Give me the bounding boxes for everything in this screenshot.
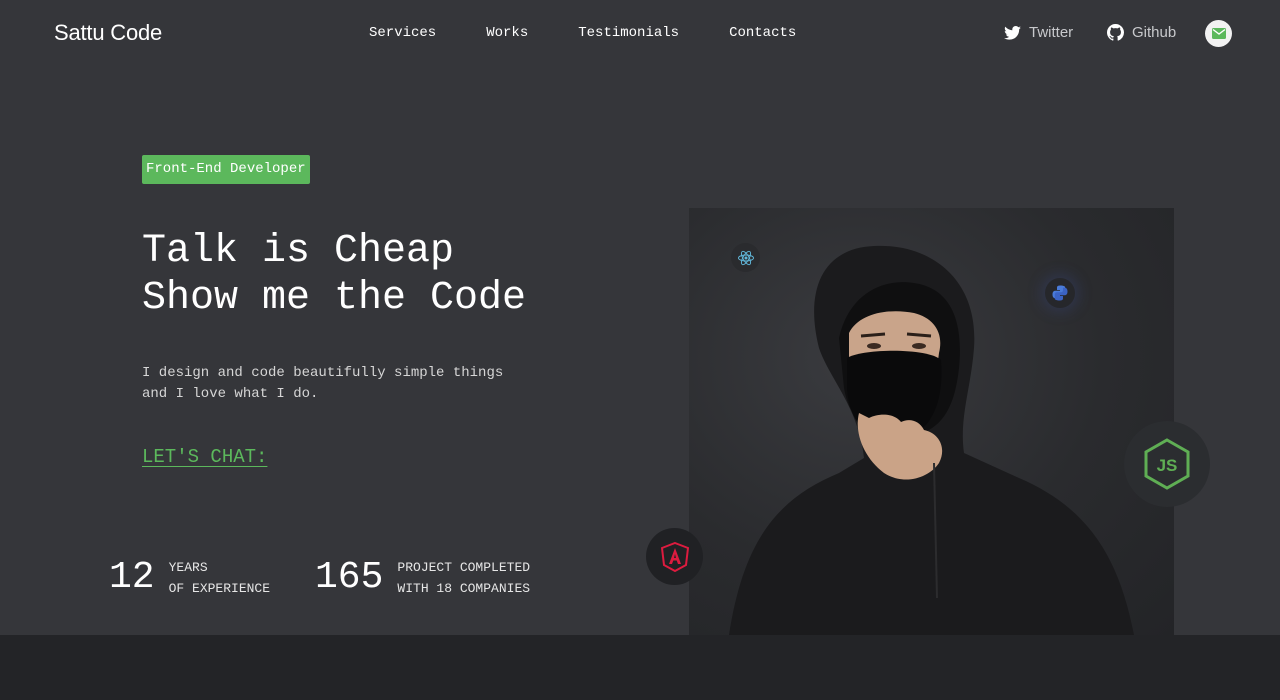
bottom-section [0, 635, 1280, 700]
stat-label-line-2: OF EXPERIENCE [168, 581, 271, 596]
stat-projects: 165 PROJECT COMPLETED WITH 18 COMPANIES [315, 556, 530, 600]
headline-line-2: Show me the Code [142, 276, 527, 321]
headline-line-1: Talk is Cheap [142, 229, 455, 274]
hero-headline: Talk is Cheap Show me the Code [142, 228, 622, 322]
python-icon [1045, 278, 1075, 308]
nodejs-icon: JS [1124, 421, 1210, 507]
tagline-line-2: and I love what I do. [142, 386, 319, 402]
role-badge: Front-End Developer [142, 155, 310, 184]
twitter-link[interactable]: Twitter [1004, 24, 1073, 41]
nav-testimonials[interactable]: Testimonials [578, 25, 679, 41]
nav-services[interactable]: Services [369, 25, 436, 41]
stat-number: 12 [109, 556, 155, 599]
hooded-person-image [729, 245, 1134, 635]
mail-button[interactable] [1205, 20, 1232, 47]
github-icon [1107, 24, 1124, 41]
github-link[interactable]: Github [1107, 24, 1176, 41]
nav-contacts[interactable]: Contacts [729, 25, 796, 41]
tagline-line-1: I design and code beautifully simple thi… [142, 365, 504, 381]
nav-works[interactable]: Works [486, 25, 528, 41]
hero-photo [689, 208, 1174, 635]
site-header: Sattu Code Services Works Testimonials C… [0, 0, 1280, 68]
github-label: Github [1132, 24, 1177, 41]
logo-link[interactable]: Sattu Code [54, 20, 162, 46]
mail-icon [1211, 28, 1226, 39]
twitter-label: Twitter [1029, 24, 1074, 41]
stat-label-line-2: WITH 18 COMPANIES [397, 581, 531, 596]
stat-label-line-1: PROJECT COMPLETED [397, 560, 531, 575]
stat-label: YEARS OF EXPERIENCE [169, 557, 270, 599]
svg-text:JS: JS [1157, 456, 1178, 475]
stat-number: 165 [315, 556, 384, 599]
angular-icon [646, 528, 703, 585]
stat-label-line-1: YEARS [168, 560, 208, 575]
main-nav: Services Works Testimonials Contacts [369, 25, 846, 41]
twitter-icon [1004, 25, 1021, 40]
react-icon [731, 243, 760, 272]
hero-tagline: I design and code beautifully simple thi… [142, 363, 542, 405]
stat-label: PROJECT COMPLETED WITH 18 COMPANIES [397, 557, 530, 599]
lets-chat-link[interactable]: LET'S CHAT: [142, 446, 267, 468]
stat-experience: 12 YEARS OF EXPERIENCE [109, 556, 270, 600]
